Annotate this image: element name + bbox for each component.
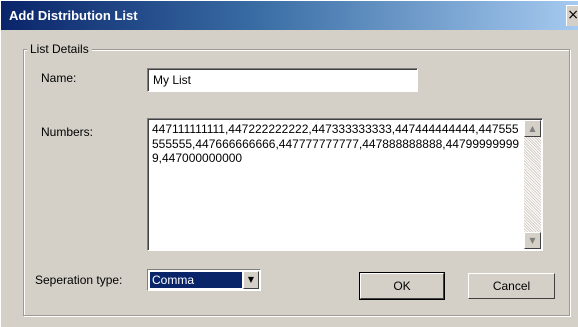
ok-button[interactable]: OK (359, 272, 445, 300)
chevron-down-icon: ▼ (247, 275, 255, 284)
separation-type-select[interactable]: Comma ▼ (147, 269, 261, 291)
numbers-scrollbar[interactable]: ▲ ▼ (524, 120, 541, 249)
group-legend: List Details (27, 42, 92, 56)
numbers-label: Numbers: (41, 125, 94, 139)
name-label: Name: (41, 71, 77, 85)
dropdown-button[interactable]: ▼ (243, 271, 259, 289)
title-bar[interactable]: Add Distribution List × (1, 1, 578, 30)
close-button[interactable]: × (566, 5, 578, 26)
separation-type-value: Comma (150, 272, 242, 288)
scroll-down-button[interactable]: ▼ (524, 232, 541, 249)
window-title: Add Distribution List (9, 8, 138, 23)
numbers-text: 447111111111,447222222222,447333333333,4… (152, 122, 520, 165)
scroll-up-button[interactable]: ▲ (524, 120, 541, 137)
name-input[interactable]: My List (147, 68, 418, 92)
cancel-button[interactable]: Cancel (468, 273, 555, 299)
numbers-textarea[interactable]: 447111111111,447222222222,447333333333,4… (147, 118, 543, 251)
scroll-up-arrow-icon: ▲ (529, 124, 536, 133)
scroll-down-arrow-icon: ▼ (529, 236, 536, 245)
separation-type-label: Seperation type: (35, 273, 123, 287)
close-icon: × (567, 7, 578, 23)
add-distribution-list-dialog: Add Distribution List × List Details Nam… (0, 0, 578, 327)
